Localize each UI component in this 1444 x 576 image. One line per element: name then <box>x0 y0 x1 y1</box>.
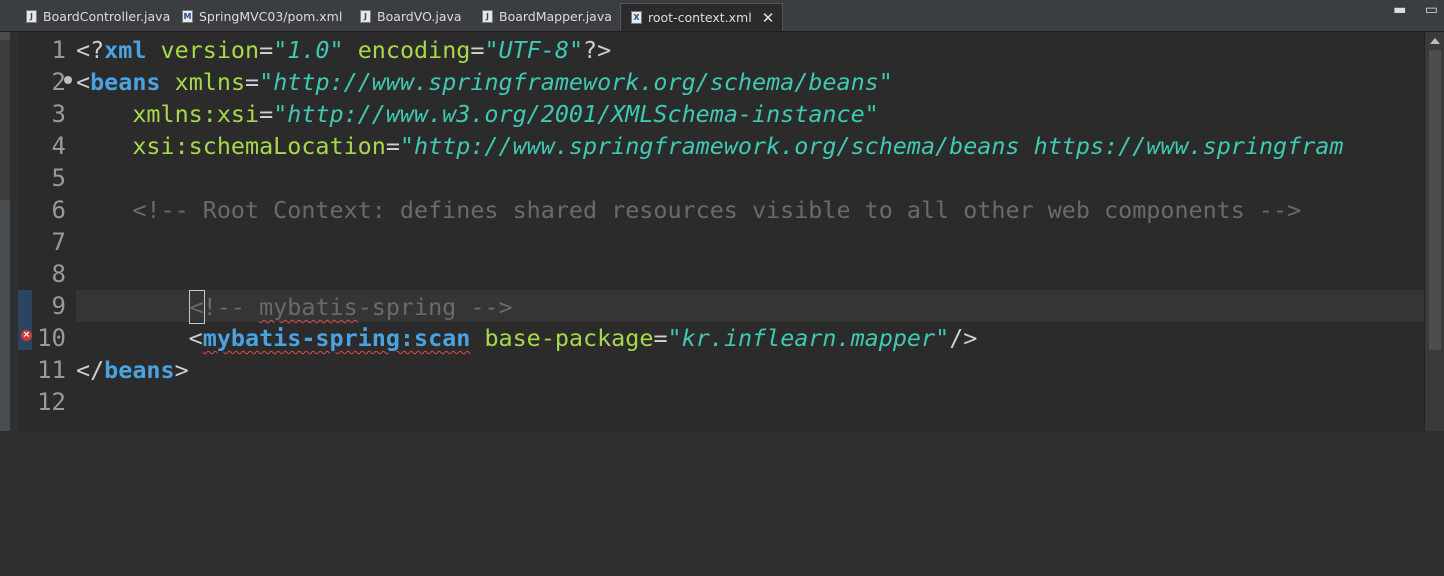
code-area[interactable]: <?xml version="1.0" encoding="UTF-8"?> <… <box>76 32 1424 431</box>
tab-label: BoardVO.java <box>377 8 462 24</box>
code-line-1: <?xml version="1.0" encoding="UTF-8"?> <box>76 36 612 64</box>
tab-pom-xml[interactable]: M SpringMVC03/pom.xml <box>182 4 342 28</box>
close-icon[interactable]: ✕ <box>762 9 775 27</box>
code-line-4: xsi:schemaLocation="http://www.springfra… <box>132 132 1344 160</box>
line-number: 3 <box>51 100 66 128</box>
line-number: 11 <box>37 356 66 384</box>
code-line-10: <mybatis-spring:scan base-package="kr.in… <box>188 324 978 352</box>
tab-label: root-context.xml <box>648 10 752 25</box>
maven-file-icon: M <box>182 9 193 23</box>
tab-label: SpringMVC03/pom.xml <box>199 8 343 24</box>
tab-root-context-xml[interactable]: X root-context.xml ✕ <box>620 3 784 31</box>
vertical-scrollbar[interactable] <box>1424 32 1444 431</box>
line-number: 6 <box>51 196 66 224</box>
java-file-icon: J <box>482 9 493 23</box>
window-controls: ▬ ▭ <box>1379 2 1438 18</box>
line-number: 4 <box>51 132 66 160</box>
xml-file-icon: X <box>631 11 642 24</box>
line-number: 12 <box>37 388 66 416</box>
tab-boardvo-java[interactable]: J BoardVO.java <box>360 4 462 28</box>
java-file-icon: J <box>360 9 371 23</box>
scrollbar-thumb[interactable] <box>1429 50 1441 350</box>
code-line-9: <!-- mybatis-spring --> <box>76 290 513 324</box>
line-number: 9 <box>51 292 66 320</box>
line-number-gutter: 1 2 3 4 5 6 7 8 9 10 11 12 × <box>18 32 72 431</box>
error-icon[interactable]: × <box>21 330 32 341</box>
tab-boardcontroller-java[interactable]: J BoardController.java <box>26 4 170 28</box>
xml-editor[interactable]: 1 2 3 4 5 6 7 8 9 10 11 12 × <?xml versi… <box>18 32 1424 431</box>
line-number: 8 <box>51 260 66 288</box>
change-marker <box>18 290 32 350</box>
line-number: 5 <box>51 164 66 192</box>
tab-label: BoardController.java <box>43 8 171 24</box>
maximize-button[interactable]: ▭ <box>1425 2 1438 18</box>
line-number: 1 <box>51 36 66 64</box>
code-line-6: <!-- Root Context: defines shared resour… <box>132 196 1302 224</box>
tab-boardmapper-java[interactable]: J BoardMapper.java <box>482 4 612 28</box>
tab-label: BoardMapper.java <box>499 8 612 24</box>
fold-marker-icon[interactable] <box>64 76 72 84</box>
line-number: 7 <box>51 228 66 256</box>
code-line-3: xmlns:xsi="http://www.w3.org/2001/XMLSch… <box>132 100 879 128</box>
java-file-icon: J <box>26 9 37 23</box>
code-line-2: <beans xmlns="http://www.springframework… <box>76 68 893 96</box>
editor-tab-bar: J BoardController.java M SpringMVC03/pom… <box>0 0 1444 32</box>
scroll-up-arrow-icon[interactable] <box>1430 38 1440 44</box>
minimize-button[interactable]: ▬ <box>1393 2 1406 18</box>
line-number: 10 <box>37 324 66 352</box>
left-edge-strip <box>0 0 10 431</box>
code-line-11: </beans> <box>76 356 189 384</box>
